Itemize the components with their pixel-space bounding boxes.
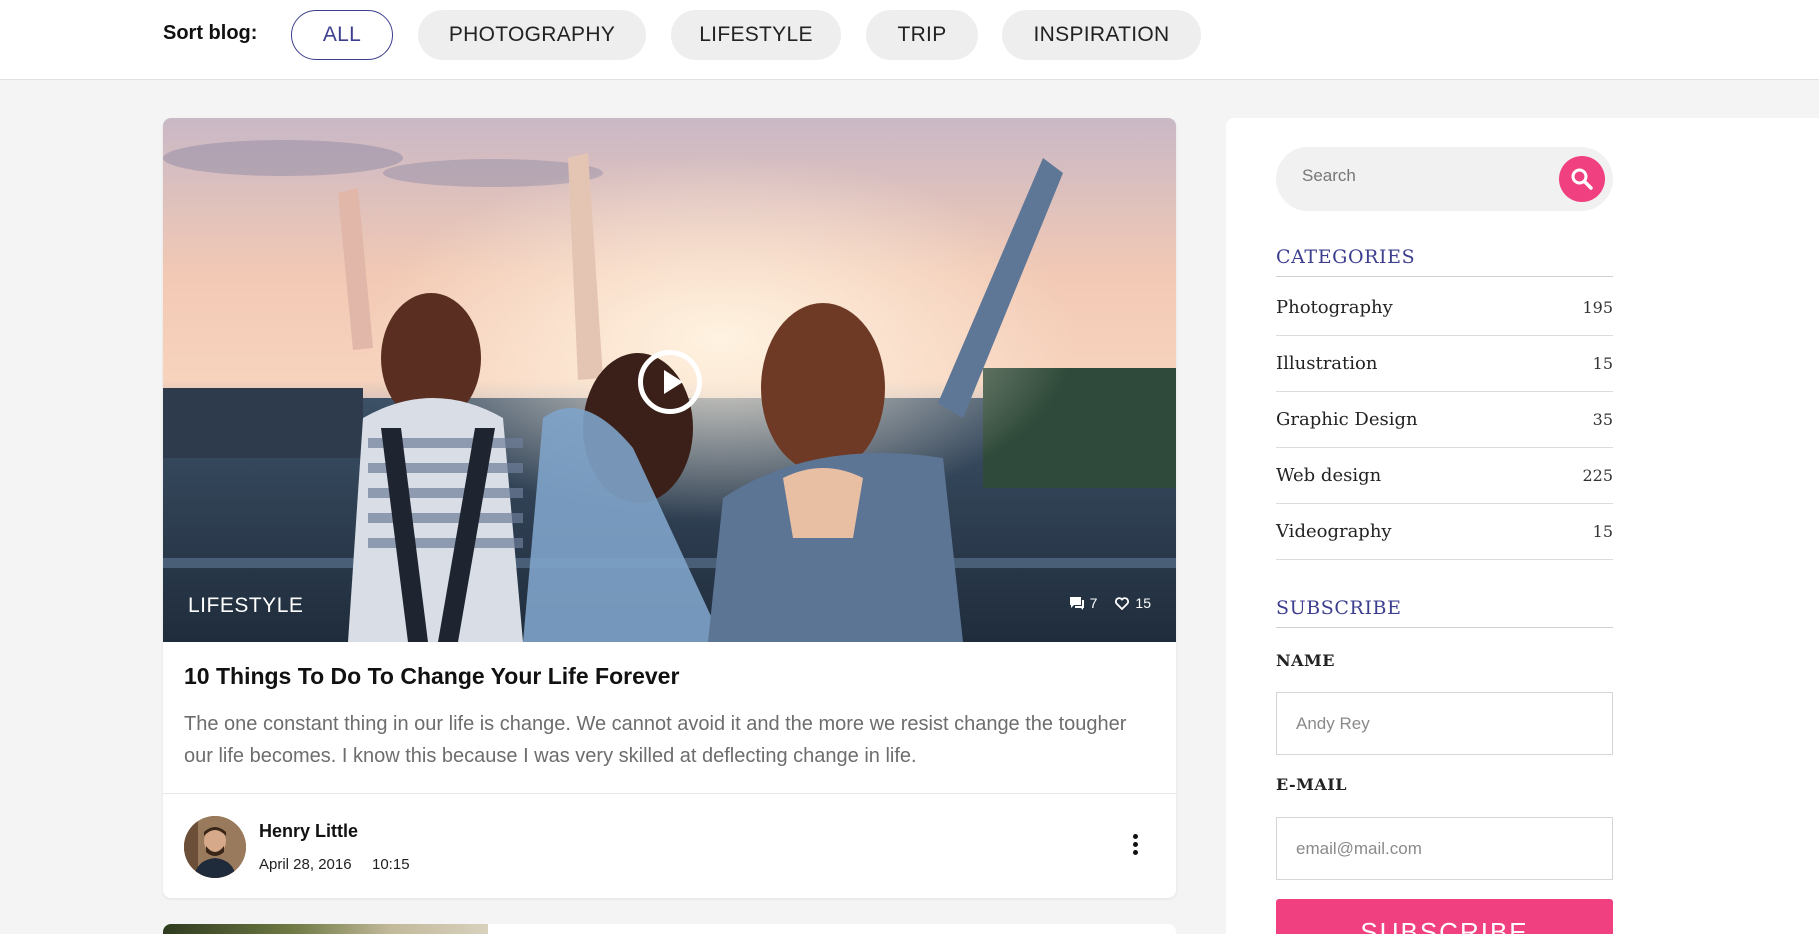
post-title[interactable]: 10 Things To Do To Change Your Life Fore… (184, 663, 679, 690)
sidebar: CATEGORIES Photography 195 Illustration … (1226, 118, 1819, 934)
filter-chip-all[interactable]: ALL (291, 10, 393, 60)
search-button[interactable] (1559, 156, 1605, 202)
likes-stat[interactable]: 15 (1115, 595, 1151, 611)
subscribe-heading: SUBSCRIBE (1276, 597, 1613, 628)
comment-icon (1069, 596, 1084, 610)
email-label: E-MAIL (1276, 775, 1347, 794)
post-time: 10:15 (372, 856, 410, 873)
more-vertical-icon[interactable] (1129, 834, 1141, 860)
category-item-illustration[interactable]: Illustration 15 (1276, 336, 1613, 392)
author-name[interactable]: Henry Little (259, 821, 358, 842)
email-field[interactable] (1276, 817, 1613, 880)
play-icon (664, 370, 683, 394)
categories-heading: CATEGORIES (1276, 246, 1613, 277)
category-label: Videography (1276, 521, 1392, 542)
card-divider (163, 793, 1176, 794)
comments-stat[interactable]: 7 (1069, 595, 1098, 611)
category-count: 15 (1592, 354, 1613, 373)
post-excerpt: The one constant thing in our life is ch… (184, 713, 1127, 767)
filter-chip-trip[interactable]: TRIP (866, 10, 978, 60)
category-item-videography[interactable]: Videography 15 (1276, 504, 1613, 560)
category-count: 15 (1592, 522, 1613, 541)
category-label: Illustration (1276, 353, 1378, 374)
post-category-tag[interactable]: LIFESTYLE (188, 594, 303, 618)
play-button[interactable] (638, 350, 702, 414)
sort-bar: Sort blog: ALL PHOTOGRAPHY LIFESTYLE TRI… (0, 0, 1819, 80)
filter-chip-photography[interactable]: PHOTOGRAPHY (418, 10, 646, 60)
sort-label: Sort blog: (163, 22, 258, 44)
category-item-photography[interactable]: Photography 195 (1276, 280, 1613, 336)
category-item-web-design[interactable]: Web design 225 (1276, 448, 1613, 504)
post-date: April 28, 2016 (259, 856, 352, 873)
comments-count: 7 (1089, 595, 1098, 611)
search-box (1276, 147, 1613, 211)
category-item-graphic-design[interactable]: Graphic Design 35 (1276, 392, 1613, 448)
search-input[interactable] (1302, 166, 1542, 186)
post-hero-image[interactable]: LIFESTYLE 7 15 (163, 118, 1176, 642)
category-label: Web design (1276, 465, 1382, 486)
name-label: NAME (1276, 651, 1335, 670)
likes-count: 15 (1135, 595, 1151, 611)
filter-chip-lifestyle[interactable]: LIFESTYLE (671, 10, 841, 60)
next-post-card[interactable] (163, 924, 1176, 934)
category-count: 35 (1592, 410, 1613, 429)
category-label: Photography (1276, 297, 1393, 318)
subscribe-button[interactable]: SUBSCRIBE (1276, 899, 1613, 934)
category-count: 225 (1582, 466, 1613, 485)
heart-icon (1115, 596, 1130, 610)
author-photo (184, 816, 246, 878)
category-label: Graphic Design (1276, 409, 1418, 430)
category-count: 195 (1582, 298, 1613, 317)
filter-chip-inspiration[interactable]: INSPIRATION (1002, 10, 1201, 60)
post-card: LIFESTYLE 7 15 10 Things To Do To Change… (163, 118, 1176, 898)
name-field[interactable] (1276, 692, 1613, 755)
search-icon (1571, 168, 1593, 190)
avatar[interactable] (184, 816, 246, 878)
next-post-thumbnail (163, 924, 488, 934)
categories-list: Photography 195 Illustration 15 Graphic … (1276, 280, 1613, 560)
post-stats: 7 15 (1058, 595, 1151, 611)
